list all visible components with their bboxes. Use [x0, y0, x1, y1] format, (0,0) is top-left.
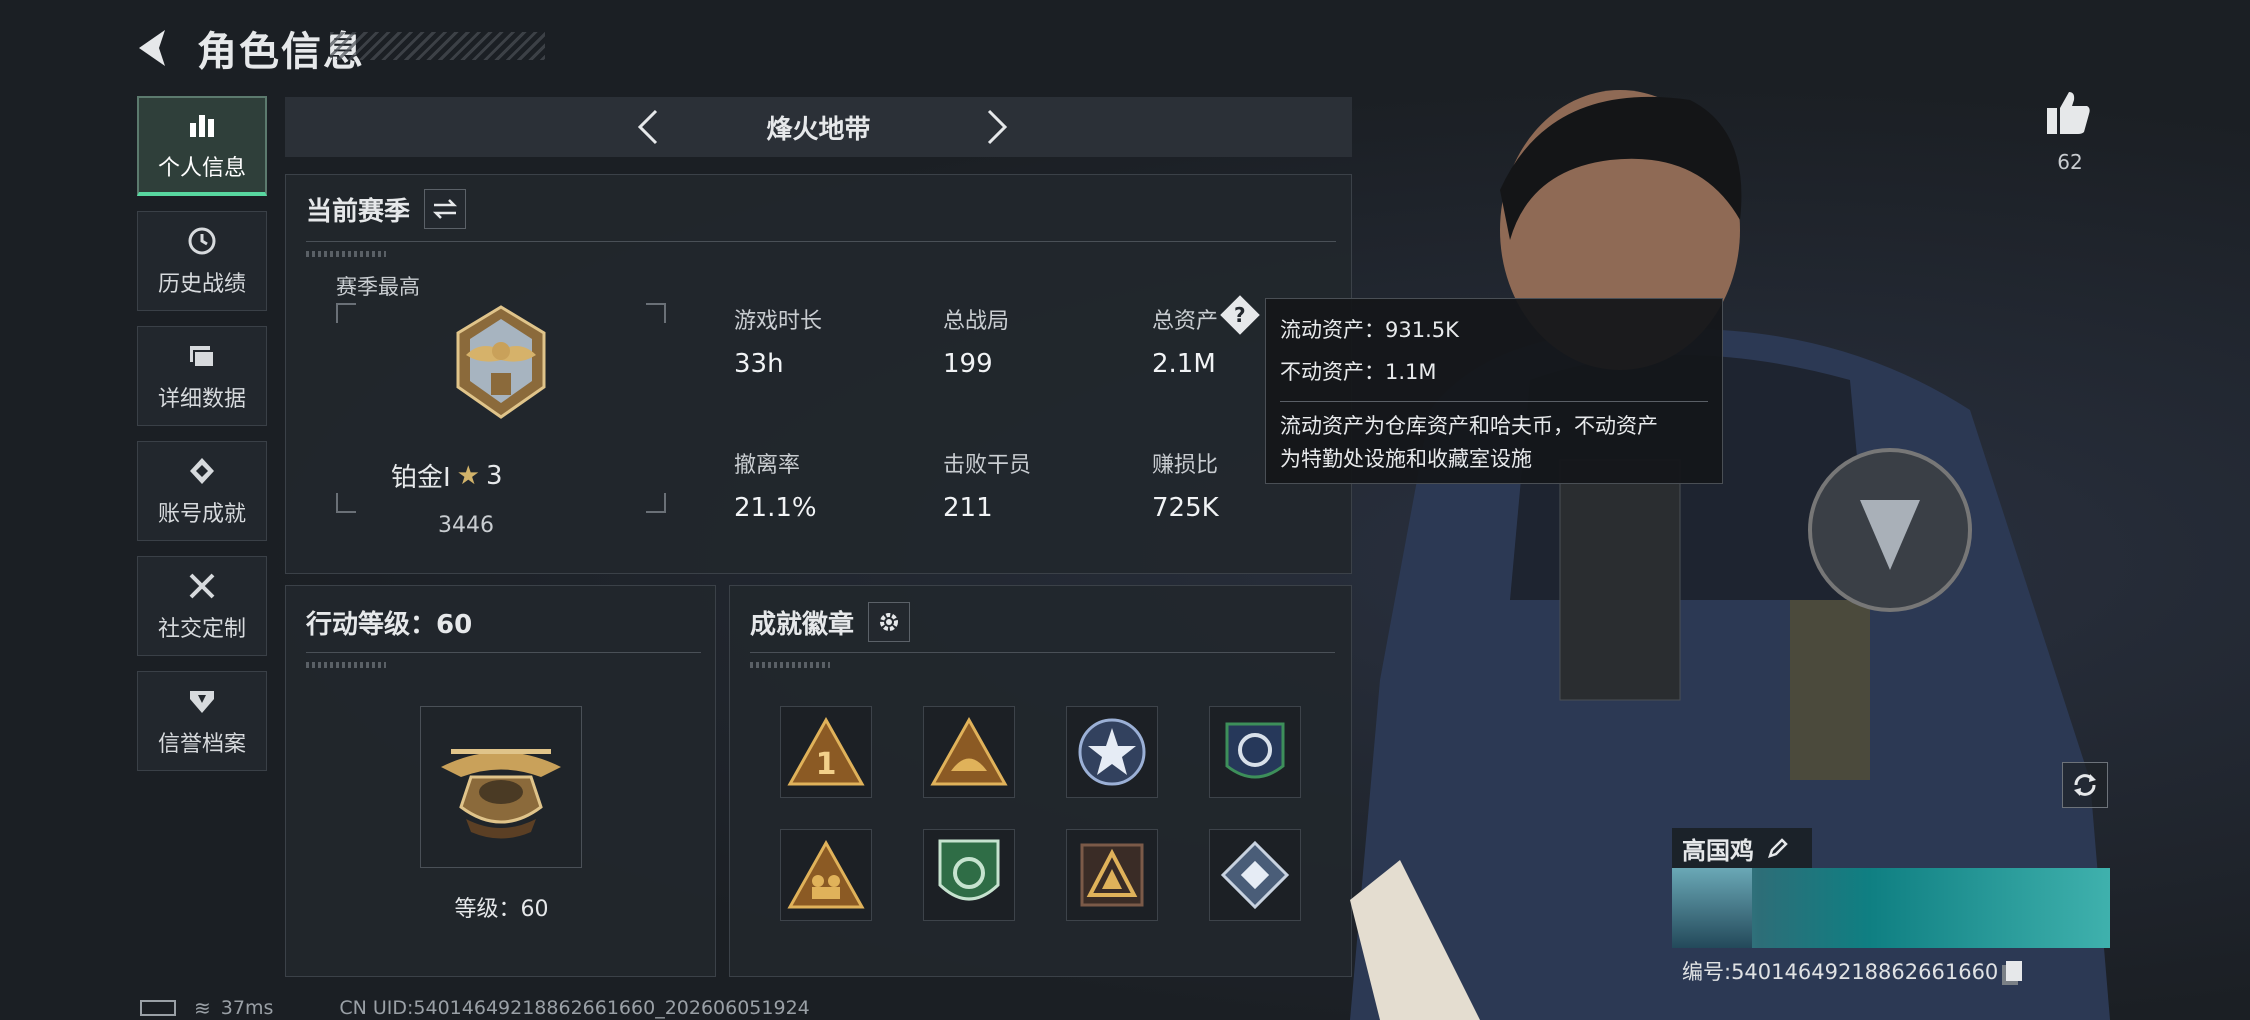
stat-profit-ratio: 赚损比 725K	[1152, 453, 1219, 523]
rank-name-row: 铂金Ⅰ ★ 3	[391, 457, 503, 494]
platinum-rank-icon	[456, 305, 546, 419]
mode-selector: 烽火地带	[285, 97, 1352, 157]
copy-icon[interactable]	[2006, 961, 2023, 981]
bar-chart-icon	[185, 108, 219, 142]
title-decoration	[330, 32, 545, 60]
edit-icon[interactable]	[1766, 836, 1790, 860]
achievement-icon	[185, 454, 219, 488]
badge-soldiers[interactable]	[780, 829, 872, 921]
sidebar-item-history[interactable]: 历史战绩	[137, 211, 267, 311]
season-title: 当前赛季	[306, 196, 411, 227]
name-card-banner[interactable]	[1672, 868, 2110, 948]
sidebar-nav: 个人信息 历史战绩 详细数据 账号成就 社交定制 信誉档案	[137, 96, 267, 786]
star-shield-badge-icon	[1078, 718, 1146, 786]
sidebar-item-detail-data[interactable]: 详细数据	[137, 326, 267, 426]
pyramid-badge-icon	[1080, 843, 1144, 907]
action-level-title: 行动等级：60	[306, 610, 473, 640]
sidebar-item-label: 个人信息	[157, 156, 246, 181]
stat-total-matches: 总战局 199	[943, 309, 1010, 379]
player-uid: 编号:540146492188626616​60	[1682, 956, 2023, 986]
badges-title: 成就徽章	[750, 609, 855, 640]
season-best-label: 赛季最高	[336, 275, 420, 299]
ping: 37ms	[220, 997, 274, 1019]
tooltip-desc-2: 为特勤处设施和收藏室设施	[1280, 447, 1532, 471]
gear-icon	[880, 613, 899, 631]
svg-text:1: 1	[816, 747, 837, 782]
badge-star[interactable]	[1066, 706, 1158, 798]
wifi-icon: ≋	[194, 996, 211, 1020]
thumbs-up-icon[interactable]	[2043, 88, 2093, 138]
badge-helmet[interactable]	[923, 706, 1015, 798]
history-icon	[185, 224, 219, 258]
chevron-right-icon[interactable]	[975, 107, 1015, 147]
helicopter-emblem-icon	[441, 749, 561, 839]
green-shield-badge-icon	[938, 839, 1000, 901]
rank-name: 铂金Ⅰ	[391, 463, 451, 493]
badge-green-shield[interactable]	[923, 829, 1015, 921]
rotate-model-button[interactable]	[2062, 762, 2108, 808]
stat-play-time: 游戏时长 33h	[734, 309, 823, 379]
stat-extract-rate: 撤离率 21.1%	[734, 453, 817, 523]
season-panel: 当前赛季 赛季最高 铂金Ⅰ ★ 3 3446 游戏时长 33h 总战局 199 总资…	[285, 174, 1352, 574]
tooltip-divider	[1280, 401, 1708, 402]
stat-total-assets: 总资产 2.1M	[1152, 309, 1219, 379]
player-name-card: 高国鸡	[1672, 828, 2110, 948]
sidebar-item-social[interactable]: 社交定制	[137, 556, 267, 656]
triangle-one-badge-icon: 1	[787, 716, 865, 786]
rank-stars: 3	[485, 460, 503, 491]
star-icon: ★	[456, 460, 480, 491]
decoration-dots	[306, 662, 386, 668]
badges-header: 成就徽章	[750, 602, 911, 642]
sidebar-item-label: 历史战绩	[157, 272, 246, 297]
folder-icon	[185, 339, 219, 373]
sidebar-item-personal-info[interactable]: 个人信息	[137, 96, 267, 196]
shield-icon	[185, 684, 219, 718]
player-name: 高国鸡	[1682, 836, 1754, 865]
player-uid-text: 编号:540146492188626616​60	[1682, 960, 1999, 984]
status-bar: ≋ 37ms CN UID:5401464921886266166​0_2026…	[140, 996, 810, 1020]
battery-icon	[140, 1000, 176, 1016]
uid-watermark: CN UID:5401464921886266166​0_20260605192…	[339, 997, 810, 1019]
sidebar-item-label: 社交定制	[157, 617, 246, 642]
like-count: 62	[2057, 150, 2083, 174]
season-header: 当前赛季	[306, 189, 467, 229]
sidebar-item-reputation[interactable]: 信誉档案	[137, 671, 267, 771]
sidebar-item-label: 详细数据	[157, 387, 246, 412]
decoration-dots	[306, 251, 386, 257]
swap-icon	[432, 199, 458, 219]
badge-rank-one[interactable]: 1	[780, 706, 872, 798]
tools-icon	[185, 569, 219, 603]
badge-pyramid[interactable]	[1066, 829, 1158, 921]
mode-name: 烽火地带	[766, 114, 871, 145]
assets-tooltip: 流动资产：931.5K 不动资产：1.1M 流动资产为仓库资产和哈夫币，不动资产…	[1265, 298, 1723, 484]
level-emblem-frame	[420, 706, 582, 868]
rotate-icon	[2074, 774, 2096, 796]
badge-settings-button[interactable]	[868, 602, 911, 642]
back-arrow-icon[interactable]	[135, 26, 179, 70]
sidebar-item-label: 信誉档案	[157, 732, 246, 757]
action-level-panel: 行动等级：60 等级：60	[285, 585, 716, 977]
sidebar-item-achievements[interactable]: 账号成就	[137, 441, 267, 541]
tooltip-liquid-assets: 流动资产：931.5K	[1280, 318, 1459, 342]
divider	[306, 241, 1336, 242]
sidebar-item-label: 账号成就	[157, 502, 246, 527]
triangle-helmet-badge-icon	[930, 716, 1008, 786]
triangle-soldiers-badge-icon	[787, 839, 865, 909]
tooltip-desc-1: 流动资产为仓库资产和哈夫币，不动资产	[1280, 414, 1658, 438]
level-text: 等级：60	[454, 897, 549, 922]
switch-season-button[interactable]	[424, 189, 467, 229]
decoration-dots	[750, 662, 830, 668]
chevron-left-icon[interactable]	[630, 107, 670, 147]
rank-score: 3446	[438, 513, 494, 538]
stat-operators-defeated: 击败干员 211	[943, 453, 1032, 523]
player-name-row: 高国鸡	[1672, 828, 1812, 868]
tooltip-fixed-assets: 不动资产：1.1M	[1280, 360, 1437, 384]
